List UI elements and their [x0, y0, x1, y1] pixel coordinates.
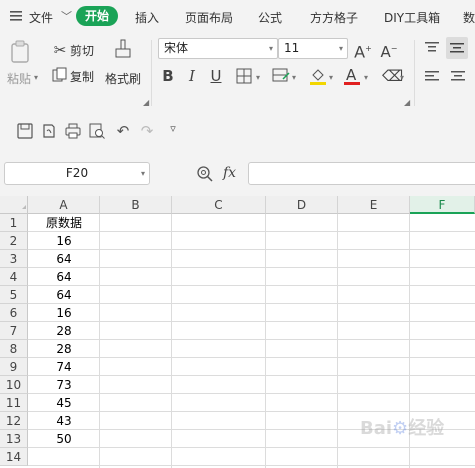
row-header-14[interactable]: 14: [0, 448, 28, 466]
column-header-d[interactable]: D: [266, 196, 338, 214]
row-header-4[interactable]: 4: [0, 268, 28, 286]
scissors-icon[interactable]: ✂: [52, 41, 68, 59]
row-header-12[interactable]: 12: [0, 412, 28, 430]
cell-a13[interactable]: 50: [28, 430, 100, 448]
row-header-13[interactable]: 13: [0, 430, 28, 448]
align-left-icon[interactable]: [424, 69, 440, 85]
tab-diy-toolbox[interactable]: DIY工具箱: [384, 9, 440, 26]
cell-a8[interactable]: 28: [28, 340, 100, 358]
font-size-select[interactable]: 11 ▾: [278, 38, 348, 59]
underline-icon[interactable]: U: [208, 67, 224, 85]
eraser-icon[interactable]: ⌫: [382, 67, 403, 85]
chevron-down-icon: ▾: [268, 44, 273, 53]
increase-font-icon[interactable]: A+: [354, 40, 372, 61]
cell-a3[interactable]: 64: [28, 250, 100, 268]
font-color-icon[interactable]: A: [344, 66, 360, 86]
tab-data[interactable]: 数: [463, 9, 475, 26]
chevron-down-icon[interactable]: ﹀: [61, 8, 72, 24]
print-preview-icon[interactable]: [88, 122, 106, 140]
cell-a4[interactable]: 64: [28, 268, 100, 286]
bold-icon[interactable]: B: [160, 67, 176, 85]
row-header-9[interactable]: 9: [0, 358, 28, 376]
cell-a7[interactable]: 28: [28, 322, 100, 340]
paste-button[interactable]: 粘贴: [7, 70, 31, 87]
chevron-down-icon: ▾: [338, 44, 343, 53]
paste-dropdown-icon[interactable]: ▾: [34, 73, 38, 82]
name-box-value: F20: [65, 166, 89, 180]
row-header-7[interactable]: 7: [0, 322, 28, 340]
row-header-1[interactable]: 1: [0, 214, 28, 232]
cell-a10[interactable]: 73: [28, 376, 100, 394]
fill-color-dropdown-icon[interactable]: ▾: [329, 73, 333, 82]
cell-a1-header[interactable]: 原数据: [28, 214, 100, 232]
ribbon-divider: [151, 40, 152, 106]
row-header-11[interactable]: 11: [0, 394, 28, 412]
tab-insert[interactable]: 插入: [135, 9, 159, 26]
cell-a14[interactable]: [28, 448, 100, 466]
column-header-f[interactable]: F: [410, 196, 475, 214]
copy-button[interactable]: 复制: [70, 68, 94, 85]
undo-icon[interactable]: ↶: [114, 122, 132, 140]
redo-icon[interactable]: ↷: [138, 122, 156, 140]
row-header-3[interactable]: 3: [0, 250, 28, 268]
align-top-icon[interactable]: [424, 40, 440, 56]
cell-a5[interactable]: 64: [28, 286, 100, 304]
menu-file[interactable]: 文件: [29, 9, 53, 26]
borders-dropdown-icon[interactable]: ▾: [256, 73, 260, 82]
name-box[interactable]: F20 ▾: [4, 162, 150, 185]
insert-function-button[interactable]: fx: [223, 165, 236, 181]
chevron-down-icon: ▾: [140, 169, 145, 178]
menu-bar: 文件 ﹀ 开始 插入 页面布局 公式 方方格子 DIY工具箱 数: [0, 0, 475, 32]
row-header-8[interactable]: 8: [0, 340, 28, 358]
font-color-dropdown-icon[interactable]: ▾: [364, 73, 368, 82]
tab-fangfang-grid[interactable]: 方方格子: [310, 9, 358, 26]
tab-formulas[interactable]: 公式: [258, 9, 282, 26]
print-icon[interactable]: [64, 122, 82, 140]
hamburger-icon[interactable]: [10, 10, 22, 21]
row-header-2[interactable]: 2: [0, 232, 28, 250]
formula-input[interactable]: [248, 162, 475, 185]
format-painter-button[interactable]: 格式刷: [105, 70, 141, 87]
font-group-expand-icon[interactable]: ◢: [404, 98, 410, 107]
decrease-font-icon[interactable]: A−: [380, 40, 398, 61]
cell-style-dropdown-icon[interactable]: ▾: [292, 73, 296, 82]
copy-icon[interactable]: [52, 67, 68, 83]
clear-dropdown-icon[interactable]: ▾: [400, 73, 404, 82]
cell-a6[interactable]: 16: [28, 304, 100, 322]
align-middle-icon[interactable]: [446, 37, 468, 59]
format-painter-icon[interactable]: [113, 38, 133, 62]
fill-color-icon[interactable]: [309, 66, 327, 86]
cell-a11[interactable]: 45: [28, 394, 100, 412]
customize-toolbar-icon[interactable]: ▿: [164, 122, 182, 140]
select-all-corner[interactable]: [0, 196, 28, 214]
font-name-select[interactable]: 宋体 ▾: [158, 38, 278, 59]
align-center-icon[interactable]: [450, 69, 466, 85]
row-header-10[interactable]: 10: [0, 376, 28, 394]
column-header-a[interactable]: A: [28, 196, 100, 214]
ribbon-divider: [414, 40, 415, 106]
row-header-5[interactable]: 5: [0, 286, 28, 304]
font-size-value: 11: [284, 41, 300, 55]
watermark-logo: Bai⚙经验: [360, 418, 445, 439]
borders-icon[interactable]: [236, 68, 252, 84]
cell-a9[interactable]: 74: [28, 358, 100, 376]
column-header-b[interactable]: B: [100, 196, 172, 214]
row-header-6[interactable]: 6: [0, 304, 28, 322]
paste-icon[interactable]: [10, 40, 32, 64]
cell-a2[interactable]: 16: [28, 232, 100, 250]
export-pdf-icon[interactable]: [40, 122, 58, 140]
column-header-c[interactable]: C: [172, 196, 266, 214]
cell-style-icon[interactable]: [272, 68, 290, 84]
tab-start[interactable]: 开始: [76, 6, 118, 26]
cut-button[interactable]: 剪切: [70, 42, 94, 59]
save-icon[interactable]: [16, 122, 34, 140]
column-header-e[interactable]: E: [338, 196, 410, 214]
italic-icon[interactable]: I: [184, 67, 200, 85]
clipboard-group-expand-icon[interactable]: ◢: [143, 98, 149, 107]
cell-a12[interactable]: 43: [28, 412, 100, 430]
font-name-value: 宋体: [164, 41, 189, 55]
ribbon: 粘贴 ▾ ✂ 剪切 复制 格式刷 ◢ 宋体 ▾ 11 ▾ A+ A− B I U…: [0, 32, 475, 113]
zoom-search-icon[interactable]: [196, 165, 214, 183]
tab-page-layout[interactable]: 页面布局: [185, 9, 233, 26]
